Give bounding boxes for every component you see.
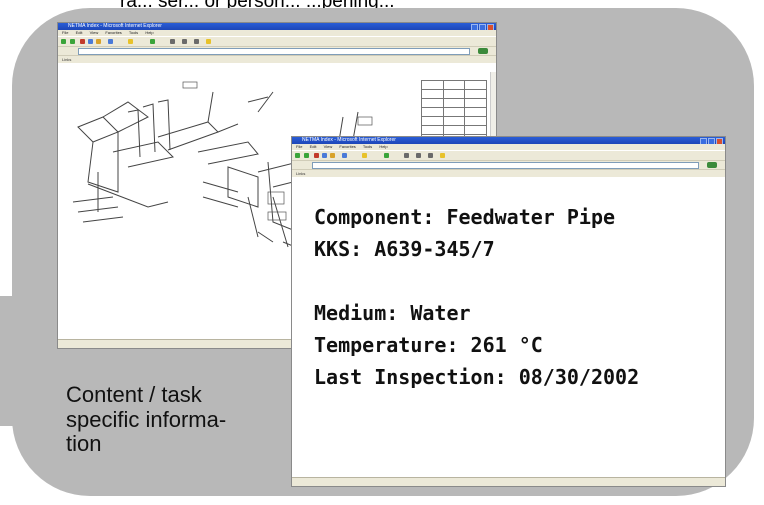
- refresh-icon[interactable]: [88, 39, 93, 44]
- address-input[interactable]: [78, 48, 470, 55]
- menu-file[interactable]: File: [296, 144, 302, 149]
- close-icon[interactable]: [716, 138, 723, 144]
- links-bar: Links: [292, 169, 725, 177]
- stop-icon[interactable]: [80, 39, 85, 44]
- print-icon[interactable]: [428, 153, 433, 158]
- mail-icon[interactable]: [416, 153, 421, 158]
- go-button[interactable]: [478, 48, 488, 54]
- temperature: Temperature: 261 °C: [314, 333, 543, 357]
- forward-icon[interactable]: [70, 39, 75, 44]
- folder-icon[interactable]: [440, 153, 445, 158]
- window-title: NETMA Index - Microsoft Internet Explore…: [302, 137, 396, 143]
- minimize-icon[interactable]: [700, 138, 707, 144]
- links-label: Links: [62, 57, 72, 62]
- component-name: Component: Feedwater Pipe: [314, 205, 616, 229]
- mail-icon[interactable]: [182, 39, 187, 44]
- caption-line-1: Content / task: [66, 382, 202, 407]
- browser-window-info[interactable]: NETMA Index - Microsoft Internet Explore…: [291, 136, 726, 487]
- print-icon[interactable]: [194, 39, 199, 44]
- minimize-icon[interactable]: [471, 24, 478, 30]
- menu-file[interactable]: File: [62, 30, 68, 35]
- speech-bubble-tail: [0, 296, 30, 426]
- refresh-icon[interactable]: [322, 153, 327, 158]
- stop-icon[interactable]: [314, 153, 319, 158]
- medium: Medium: Water: [314, 301, 471, 325]
- last-inspection: Last Inspection: 08/30/2002: [314, 365, 640, 389]
- toolbar: [58, 36, 496, 46]
- menu-edit[interactable]: Edit: [76, 30, 83, 35]
- back-icon[interactable]: [61, 39, 66, 44]
- media-icon[interactable]: [384, 153, 389, 158]
- kks-code: KKS: A639-345/7: [314, 237, 495, 261]
- menu-view[interactable]: View: [90, 30, 99, 35]
- menu-tools[interactable]: Tools: [129, 30, 138, 35]
- component-info: Component: Feedwater Pipe KKS: A639-345/…: [314, 201, 639, 393]
- menu-favorites[interactable]: Favorites: [105, 30, 121, 35]
- menu-favorites[interactable]: Favorites: [339, 144, 355, 149]
- home-icon[interactable]: [96, 39, 101, 44]
- favorites-icon[interactable]: [128, 39, 133, 44]
- caption-line-3: tion: [66, 431, 102, 456]
- menu-help[interactable]: Help: [145, 30, 153, 35]
- menu-help[interactable]: Help: [379, 144, 387, 149]
- window-title: NETMA Index - Microsoft Internet Explore…: [68, 23, 162, 29]
- menu-tools[interactable]: Tools: [363, 144, 372, 149]
- search-icon[interactable]: [108, 39, 113, 44]
- menu-view[interactable]: View: [324, 144, 333, 149]
- window-controls: [471, 24, 494, 30]
- close-icon[interactable]: [487, 24, 494, 30]
- caption: Content / task specific informa- tion: [66, 382, 227, 457]
- internet-zone-icon: [703, 480, 717, 484]
- maximize-icon[interactable]: [479, 24, 486, 30]
- search-icon[interactable]: [342, 153, 347, 158]
- forward-icon[interactable]: [304, 153, 309, 158]
- window-controls: [700, 138, 723, 144]
- folder-icon[interactable]: [206, 39, 211, 44]
- caption-line-2: specific informa-: [66, 406, 227, 432]
- menu-edit[interactable]: Edit: [310, 144, 317, 149]
- back-icon[interactable]: [295, 153, 300, 158]
- history-icon[interactable]: [170, 39, 175, 44]
- history-icon[interactable]: [404, 153, 409, 158]
- home-icon[interactable]: [330, 153, 335, 158]
- links-label: Links: [296, 171, 306, 176]
- address-input[interactable]: [312, 162, 699, 169]
- links-bar: Links: [58, 55, 496, 63]
- media-icon[interactable]: [150, 39, 155, 44]
- favorites-icon[interactable]: [362, 153, 367, 158]
- maximize-icon[interactable]: [708, 138, 715, 144]
- window-titlebar[interactable]: NETMA Index - Microsoft Internet Explore…: [292, 137, 725, 144]
- go-button[interactable]: [707, 162, 717, 168]
- address-bar: [292, 160, 725, 169]
- status-bar: [292, 477, 725, 486]
- window-titlebar[interactable]: NETMA Index - Microsoft Internet Explore…: [58, 23, 496, 30]
- toolbar: [292, 150, 725, 160]
- address-bar: [58, 46, 496, 55]
